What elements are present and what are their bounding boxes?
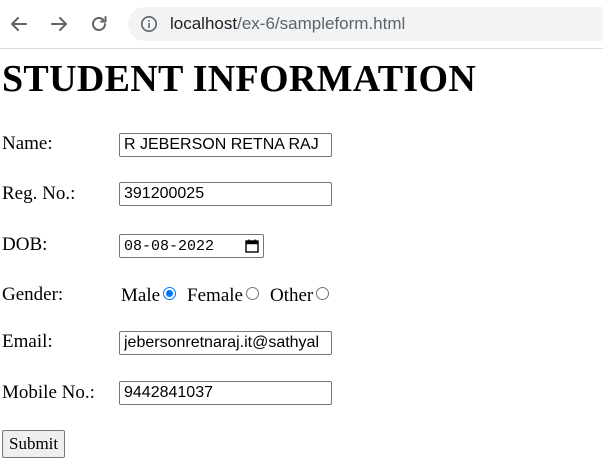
name-field[interactable] <box>119 133 332 157</box>
calendar-icon[interactable] <box>245 239 259 253</box>
address-bar[interactable]: localhost/ex-6/sampleform.html <box>128 7 603 41</box>
forward-arrow-icon <box>51 17 67 31</box>
browser-toolbar: localhost/ex-6/sampleform.html <box>0 0 603 49</box>
regno-field[interactable] <box>119 182 332 206</box>
gender-label: Gender: <box>2 284 64 305</box>
gender-male-label: Male <box>121 285 161 306</box>
gender-male-radio[interactable] <box>163 286 177 300</box>
regno-label: Reg. No.: <box>2 183 76 204</box>
reload-button[interactable] <box>86 11 112 37</box>
forward-button[interactable] <box>46 11 72 37</box>
gender-other-label: Other <box>269 285 314 306</box>
gender-other-radio[interactable] <box>316 286 330 300</box>
email-label: Email: <box>2 331 53 352</box>
gender-radio-group: Male Female Other <box>121 285 340 307</box>
url-host: localhost <box>170 14 238 33</box>
mobile-field[interactable] <box>119 381 332 405</box>
reload-icon <box>92 16 107 31</box>
back-button[interactable] <box>6 11 32 37</box>
submit-button[interactable]: Submit <box>2 430 66 458</box>
url-text: localhost/ex-6/sampleform.html <box>170 14 405 34</box>
site-info-icon[interactable] <box>140 15 158 33</box>
page-title: STUDENT INFORMATION <box>2 58 477 100</box>
mobile-label: Mobile No.: <box>2 382 95 403</box>
dob-date-field[interactable]: 08-08-2022 <box>119 234 264 258</box>
email-field[interactable] <box>119 331 332 355</box>
dob-label: DOB: <box>2 234 48 255</box>
gender-female-radio[interactable] <box>245 286 259 300</box>
gender-female-label: Female <box>187 285 243 306</box>
name-label: Name: <box>2 133 53 154</box>
back-arrow-icon <box>11 17 27 31</box>
dob-value: 08-08-2022 <box>124 237 215 255</box>
url-path: /ex-6/sampleform.html <box>237 14 406 33</box>
